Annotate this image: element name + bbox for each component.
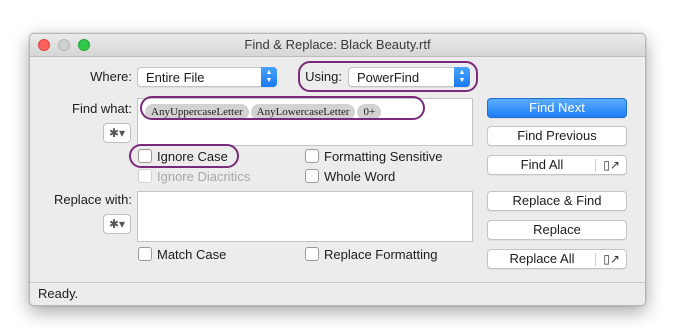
replace-gear-menu-button[interactable]: ✱▾ [103,214,131,234]
where-popup[interactable]: Entire File ▲ ▼ [137,67,277,87]
checkbox-box [138,149,152,163]
zoom-window-button[interactable] [78,39,90,51]
checkbox-box [305,149,319,163]
open-results-window-icon[interactable]: ▯↗ [603,250,620,268]
checkbox-box [305,169,319,183]
button-divider [595,253,596,266]
replace-all-button[interactable]: Replace All ▯↗ [487,249,627,269]
formatting-sensitive-checkbox[interactable]: Formatting Sensitive [305,149,443,165]
where-value: Entire File [146,70,205,85]
find-previous-button[interactable]: Find Previous [487,126,627,146]
using-value: PowerFind [357,70,420,85]
replace-all-label: Replace All [509,251,575,266]
replace-field[interactable] [137,191,473,242]
replace-formatting-checkbox[interactable]: Replace Formatting [305,247,437,263]
chevron-updown-icon: ▲ ▼ [454,67,470,87]
open-results-window-icon[interactable]: ▯↗ [603,156,620,174]
match-case-checkbox[interactable]: Match Case [138,247,226,263]
whole-word-label: Whole Word [324,169,396,184]
using-popup[interactable]: PowerFind ▲ ▼ [348,67,470,87]
minimize-window-button[interactable] [58,39,70,51]
replace-and-find-button[interactable]: Replace & Find [487,191,627,211]
button-divider [595,159,596,172]
checkbox-box [138,169,152,183]
ignore-diacritics-label: Ignore Diacritics [157,169,251,184]
checkbox-box [138,247,152,261]
title-bar[interactable]: Find & Replace: Black Beauty.rtf [30,34,645,57]
find-replace-window: Find & Replace: Black Beauty.rtf Where: … [29,33,646,306]
ignore-diacritics-checkbox: Ignore Diacritics [138,169,250,185]
find-tokens-highlight-ring [140,96,425,120]
where-label: Where: [90,69,132,84]
find-gear-menu-button[interactable]: ✱▾ [103,123,131,143]
close-window-button[interactable] [38,39,50,51]
match-case-label: Match Case [157,247,227,262]
formatting-sensitive-label: Formatting Sensitive [324,149,443,164]
checkbox-box [305,247,319,261]
replace-formatting-label: Replace Formatting [324,247,438,262]
ignore-case-checkbox[interactable]: Ignore Case [138,149,228,165]
status-bar: Ready. [30,282,645,305]
replace-with-label: Replace with: [53,192,132,207]
replace-button[interactable]: Replace [487,220,627,240]
find-all-button[interactable]: Find All ▯↗ [487,155,627,175]
status-text: Ready. [38,286,79,301]
gear-icon: ✱▾ [108,126,126,140]
find-all-label: Find All [520,157,564,172]
ignore-case-label: Ignore Case [157,149,228,164]
using-label: Using: [305,69,342,84]
gear-icon: ✱▾ [108,217,126,231]
whole-word-checkbox[interactable]: Whole Word [305,169,395,185]
find-what-label: Find what: [72,101,132,116]
chevron-updown-icon: ▲ ▼ [261,67,277,87]
window-title: Find & Replace: Black Beauty.rtf [244,37,431,52]
find-next-button[interactable]: Find Next [487,98,627,118]
